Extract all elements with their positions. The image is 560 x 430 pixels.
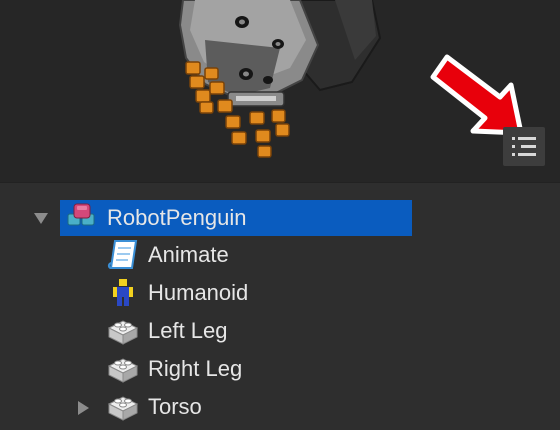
tree-item-label: Left Leg	[148, 318, 228, 343]
collapse-arrow-icon[interactable]	[32, 209, 50, 227]
red-arrow-icon	[430, 54, 524, 136]
humanoid-icon	[106, 276, 140, 310]
list-view-icon	[512, 137, 536, 156]
tree-item-left-leg[interactable]: Left Leg	[106, 313, 228, 349]
list-view-button[interactable]	[503, 127, 545, 166]
tree-item-right-leg[interactable]: Right Leg	[106, 351, 242, 387]
part-icon	[106, 390, 140, 424]
tree-item-label: RobotPenguin	[107, 205, 247, 230]
tree-item-label: Humanoid	[148, 280, 249, 305]
part-icon	[106, 352, 140, 386]
tree-item-animate[interactable]: Animate	[106, 237, 229, 273]
model-icon	[65, 201, 99, 235]
expand-arrow-icon[interactable]	[74, 399, 92, 417]
tree-item-torso[interactable]: Torso	[106, 389, 202, 425]
tree-item-label: Animate	[148, 242, 229, 267]
tree-item-label: Right Leg	[148, 356, 243, 381]
script-icon	[106, 238, 140, 272]
studio-window: RobotPenguin Animate Humanoid Left Leg R…	[0, 0, 560, 430]
tree-item-robotpenguin[interactable]: RobotPenguin	[60, 200, 412, 236]
explorer-panel: RobotPenguin Animate Humanoid Left Leg R…	[0, 182, 560, 430]
viewport[interactable]	[0, 0, 560, 182]
part-icon	[106, 314, 140, 348]
tree-item-label: Torso	[148, 394, 202, 419]
tree-item-humanoid[interactable]: Humanoid	[106, 275, 248, 311]
